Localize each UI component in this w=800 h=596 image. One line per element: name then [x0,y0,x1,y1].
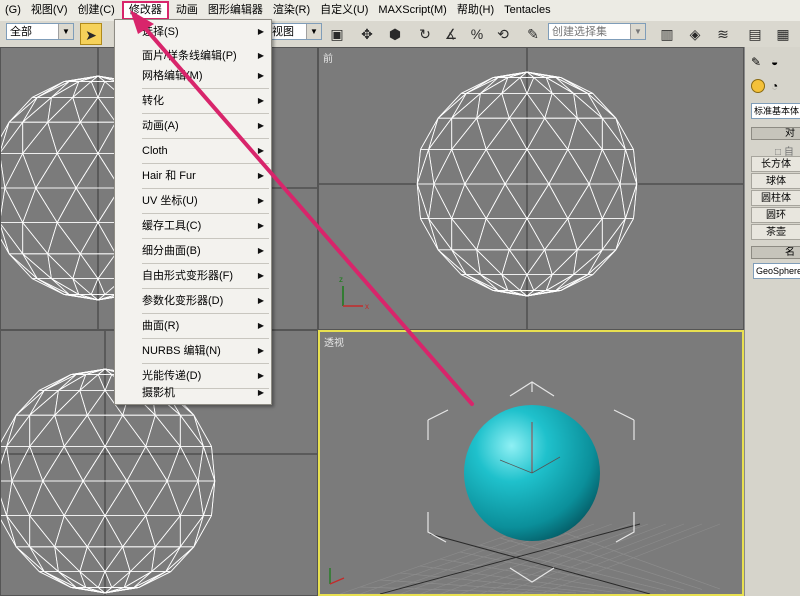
annotation-arrow [130,10,474,406]
